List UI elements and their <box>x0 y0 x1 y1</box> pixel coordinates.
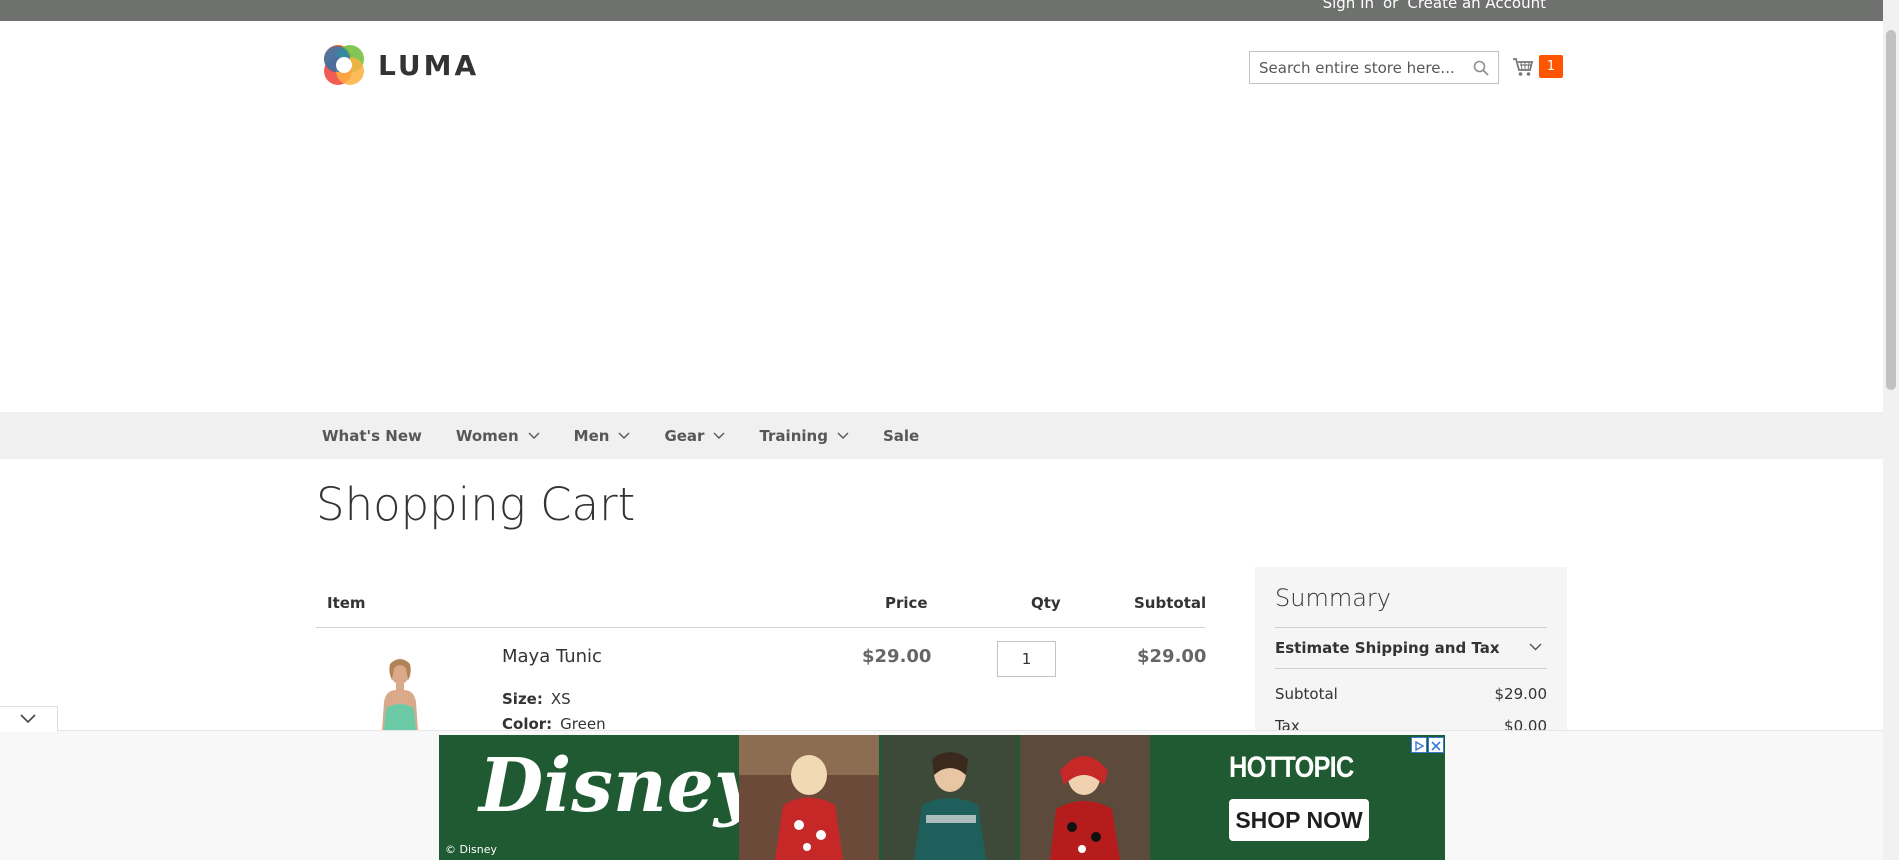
nav-item-men[interactable]: Men <box>574 427 631 445</box>
nav-item-label: Men <box>573 426 610 445</box>
main-navigation: What's New Women Men Gear Training Sale <box>0 412 1883 459</box>
product-subtotal: $29.00 <box>1137 646 1207 667</box>
ad-collapse-button[interactable] <box>0 706 58 732</box>
qty-input[interactable]: 1 <box>997 641 1056 677</box>
subtotal-label: Subtotal <box>1275 685 1338 703</box>
search-input[interactable] <box>1250 52 1460 83</box>
nav-item-women[interactable]: Women <box>456 427 540 445</box>
col-price-header: Price <box>885 594 928 612</box>
nav-item-label: What's New <box>322 426 422 445</box>
subtotal-value: $29.00 <box>1494 685 1548 703</box>
product-price: $29.00 <box>862 646 932 667</box>
ad-disney-wordmark: Disney <box>479 743 757 829</box>
estimate-shipping-toggle[interactable]: Estimate Shipping and Tax <box>1275 627 1547 669</box>
nav-item-training[interactable]: Training <box>759 426 849 445</box>
ad-photo-2 <box>882 735 1017 860</box>
nav-item-what-s-new[interactable]: What's New <box>322 427 422 445</box>
ad-photo-3 <box>1020 735 1150 860</box>
estimate-shipping-label: Estimate Shipping and Tax <box>1275 639 1500 657</box>
chevron-down-icon <box>1529 643 1542 651</box>
top-bar: Sign In or Create an Account <box>0 0 1883 21</box>
ad-photo-1 <box>739 735 879 860</box>
store-logo[interactable]: LUMA <box>322 42 479 88</box>
ad-copyright: © Disney <box>445 843 498 856</box>
cart-icon <box>1513 57 1534 76</box>
create-account-link[interactable]: Create an Account <box>1407 0 1546 12</box>
nav-item-gear[interactable]: Gear <box>664 427 725 445</box>
chevron-down-icon <box>528 432 540 439</box>
col-subtotal-header: Subtotal <box>1134 594 1207 612</box>
scrollbar-thumb[interactable] <box>1886 30 1896 390</box>
chevron-down-icon <box>618 432 630 439</box>
logo-text: LUMA <box>378 48 480 82</box>
nav-item-label: Training <box>759 426 828 445</box>
product-image[interactable] <box>360 650 440 730</box>
luma-logo-icon <box>324 45 364 85</box>
ad-shop-now-button[interactable]: SHOP NOW <box>1229 799 1369 841</box>
option-size: Size: XS <box>502 690 571 708</box>
minicart-button[interactable]: 1 <box>1512 55 1563 78</box>
header-links: Sign In or Create an Account <box>1323 0 1546 12</box>
page-scrollbar[interactable] <box>1883 0 1899 860</box>
option-label: Size: <box>502 690 543 708</box>
nav-item-sale[interactable]: Sale <box>883 427 919 445</box>
nav-menu: What's New Women Men Gear Training Sale <box>322 412 953 459</box>
sign-in-link[interactable]: Sign In <box>1323 0 1374 12</box>
product-name-link[interactable]: Maya Tunic <box>502 646 602 667</box>
col-qty-header: Qty <box>1031 594 1061 612</box>
cart-count-badge: 1 <box>1539 55 1563 78</box>
col-item-header: Item <box>327 594 366 612</box>
ad-close-icon[interactable] <box>1428 737 1444 753</box>
nav-item-label: Women <box>455 426 519 445</box>
cart-table-header: Item Price Qty Subtotal <box>316 594 1207 628</box>
summary-title: Summary <box>1275 584 1391 612</box>
chevron-down-icon <box>20 714 36 724</box>
option-value: XS <box>550 690 571 708</box>
ad-hottopic-wordmark: HOTTOPIC <box>1229 751 1354 784</box>
chevron-down-icon <box>713 432 725 439</box>
search-box <box>1249 51 1499 84</box>
search-icon[interactable] <box>1473 60 1489 76</box>
page: Sign In or Create an Account LUMA Search… <box>0 0 1899 860</box>
page-title: Shopping Cart <box>316 478 636 531</box>
summary-subtotal-row: Subtotal $29.00 <box>1275 685 1547 703</box>
or-text: or <box>1383 0 1399 12</box>
ad-info-icon[interactable] <box>1411 737 1427 753</box>
nav-item-label: Sale <box>882 426 920 445</box>
chevron-down-icon <box>837 432 849 439</box>
nav-item-label: Gear <box>664 426 705 445</box>
advertisement[interactable]: Disney © Disney HOTTOPIC SHOP NOW <box>439 735 1445 860</box>
